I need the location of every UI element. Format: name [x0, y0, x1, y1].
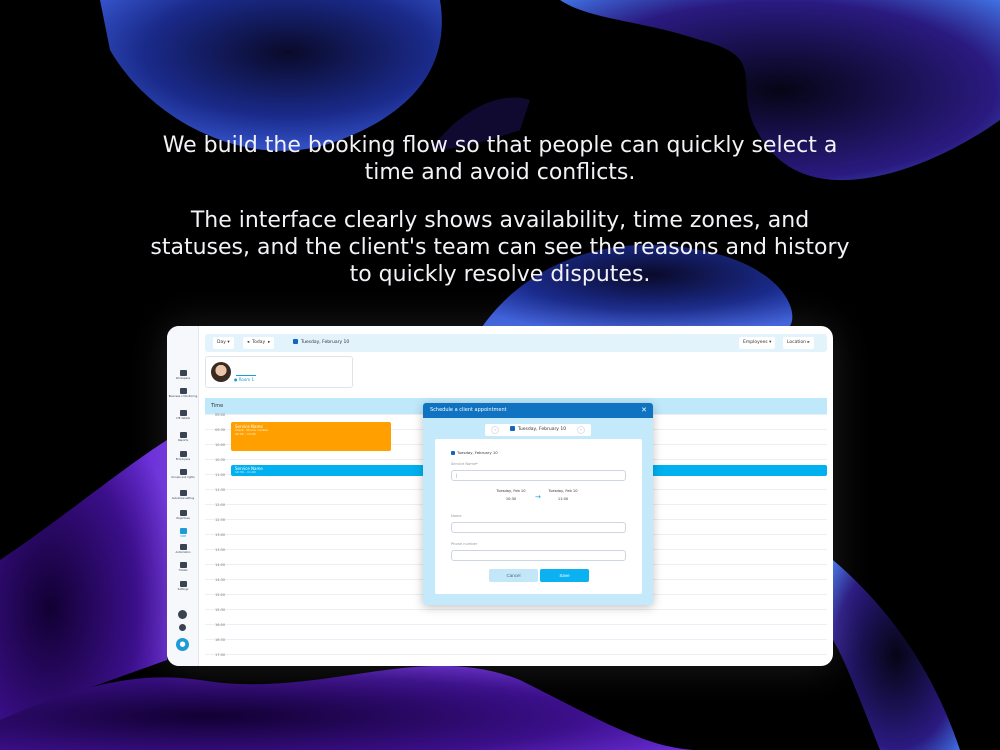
time-slot-label: 10:30 [215, 458, 226, 462]
chevron-left-icon[interactable]: ‹ [491, 426, 499, 434]
current-date[interactable]: Tuesday, February 10 [293, 337, 349, 349]
time-slot-label: 13:30 [215, 548, 226, 552]
phone-input[interactable] [451, 550, 626, 561]
time-slot[interactable]: 17:00 [205, 653, 827, 666]
cancel-button[interactable]: Cancel [489, 569, 538, 582]
time-slot[interactable]: 16:00 [205, 623, 827, 639]
staff-avatar [211, 362, 231, 382]
sidebar-item-details[interactable]: CIE details [167, 410, 199, 420]
time-slot-label: 09:30 [215, 428, 226, 432]
dashboard-icon [179, 388, 187, 394]
time-slot[interactable]: 15:30 [205, 608, 827, 624]
time-slot-label: 12:00 [215, 503, 226, 507]
selected-date: Tuesday, February 10 [451, 450, 498, 455]
time-slot-label: 15:00 [215, 593, 226, 597]
location-dropdown[interactable]: Location ▸ [783, 337, 814, 349]
time-slot-label: 12:30 [215, 518, 226, 522]
bell-icon[interactable] [179, 624, 186, 631]
chevron-right-icon[interactable]: › [577, 426, 585, 434]
gear-icon [179, 581, 187, 587]
lock-icon [179, 469, 187, 475]
name-label: Name [451, 514, 462, 518]
service-name-input[interactable]: | [451, 470, 626, 481]
calendar-icon [451, 451, 455, 455]
phone-label: Phone number [451, 542, 478, 546]
headline-paragraph-2: The interface clearly shows availability… [150, 208, 850, 287]
headline-paragraph-1: We build the booking flow so that people… [162, 133, 838, 185]
save-button[interactable]: Save [540, 569, 589, 582]
sidebar-item-settings[interactable]: Settings [167, 581, 199, 591]
wrench-icon [179, 544, 187, 550]
list-icon [179, 510, 187, 516]
appointment-modal: Schedule a client appointment ✕ ‹ Tuesda… [423, 403, 653, 605]
people-icon [179, 451, 187, 457]
time-slot[interactable]: 16:30 [205, 638, 827, 654]
time-slot-label: 16:30 [215, 638, 226, 642]
main-area: Day ▾ ◂ Today ▸ Tuesday, February 10 Emp… [205, 334, 827, 666]
location-pin-icon: ● [234, 377, 238, 382]
calendar-icon [509, 426, 515, 431]
time-slot-label: 10:00 [215, 443, 226, 447]
app-screenshot-card: Workspace Business x Monitoring CIE deta… [167, 326, 833, 666]
id-card-icon [179, 410, 187, 416]
report-icon [179, 432, 187, 438]
today-navigator[interactable]: ◂ Today ▸ [243, 337, 275, 349]
sidebar: Workspace Business x Monitoring CIE deta… [167, 326, 199, 666]
sidebar-item-employees[interactable]: Employees [167, 451, 199, 461]
sidebar-item-automation[interactable]: Automation [167, 544, 199, 554]
start-time[interactable]: Tuesday, Feb 10 10:30 [491, 488, 531, 502]
time-slot-label: 14:00 [215, 563, 226, 567]
employees-dropdown[interactable]: Employees ▾ [739, 337, 776, 349]
view-dropdown[interactable]: Day ▾ [213, 337, 234, 349]
modal-date-navigator: ‹ Tuesday, February 10 › [485, 424, 591, 436]
calendar-toolbar: Day ▾ ◂ Today ▸ Tuesday, February 10 Emp… [205, 334, 827, 352]
sidebar-item-objectives[interactable]: Objectives [167, 510, 199, 520]
appointment-event[interactable]: Service Name Client · Phone number 09:00… [231, 422, 391, 451]
sidebar-item-workspace[interactable]: Workspace [167, 370, 199, 380]
modal-title: Schedule a client appointment [430, 407, 507, 413]
time-slot-label: 17:00 [215, 653, 226, 657]
sidebar-item-reports[interactable]: Reports [167, 432, 199, 442]
time-slot-label: 11:00 [215, 473, 226, 477]
time-slot-label: 13:00 [215, 533, 226, 537]
divider [236, 375, 256, 376]
calendar-icon [293, 339, 298, 344]
sidebar-item-groups[interactable]: Groups and rights [167, 469, 199, 479]
chat-icon [179, 528, 187, 534]
sidebar-item-monitoring[interactable]: Business x Monitoring [167, 388, 199, 398]
staff-column-header[interactable]: ● Room 1 [205, 356, 353, 388]
sidebar-item-autoshow[interactable]: Autoshow setting [167, 490, 199, 500]
end-time[interactable]: Tuesday, Feb 10 11:00 [543, 488, 583, 502]
time-slot-label: 15:30 [215, 608, 226, 612]
arrow-right-icon: → [535, 493, 541, 501]
monitor-icon [179, 370, 187, 376]
sidebar-item-tickets[interactable]: Tickets [167, 562, 199, 572]
ticket-icon [179, 562, 187, 568]
time-slot-label: 11:30 [215, 488, 226, 492]
headline: We build the booking flow so that people… [150, 132, 850, 309]
time-slot-label: 16:00 [215, 623, 226, 627]
headset-icon[interactable] [178, 610, 187, 619]
modal-header: Schedule a client appointment ✕ [423, 403, 653, 418]
sidebar-item-crm[interactable]: CRM [167, 528, 199, 538]
close-icon[interactable]: ✕ [641, 403, 647, 418]
service-name-label: Service Name* [451, 462, 478, 466]
room-label: ● Room 1 [234, 377, 254, 382]
name-input[interactable] [451, 522, 626, 533]
appointment-form: Tuesday, February 10 Service Name* | Tue… [435, 439, 642, 594]
time-slot-label: 09:00 [215, 413, 226, 417]
time-slot-label: 14:30 [215, 578, 226, 582]
phone-icon [179, 490, 187, 496]
user-avatar-button[interactable]: ● [176, 638, 189, 651]
